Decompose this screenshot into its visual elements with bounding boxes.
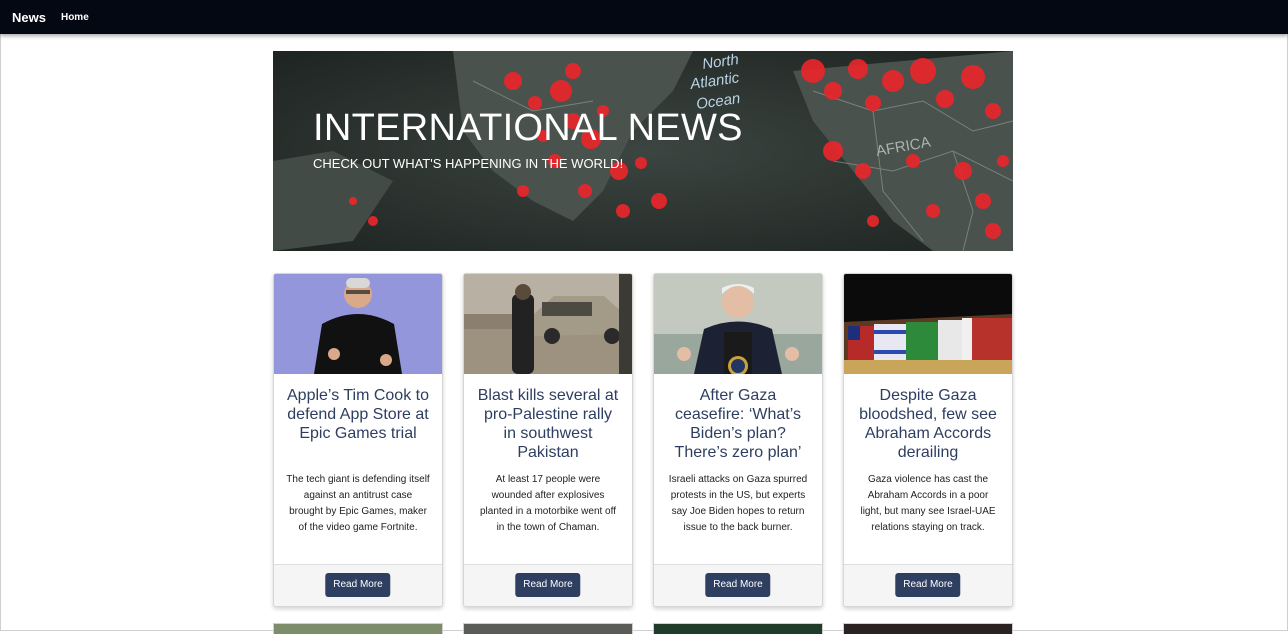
hero-subtitle: CHECK OUT WHAT'S HAPPENING IN THE WORLD! bbox=[313, 156, 624, 171]
news-card: Blast kills several at pro-Palestine ral… bbox=[463, 273, 633, 607]
card-title[interactable]: Despite Gaza bloodshed, few see Abraham … bbox=[856, 386, 1000, 462]
read-more-button[interactable]: Read More bbox=[895, 573, 961, 597]
card-title[interactable]: Blast kills several at pro-Palestine ral… bbox=[476, 386, 620, 462]
card-image-tim-cook[interactable] bbox=[274, 274, 442, 374]
map-label-atlantic: Atlantic bbox=[688, 69, 741, 93]
card-image-flags-projection[interactable] bbox=[844, 274, 1012, 374]
card-description: The tech giant is defending itself again… bbox=[286, 474, 430, 533]
card-image-biden[interactable] bbox=[654, 274, 822, 374]
news-card-partial[interactable] bbox=[273, 623, 443, 634]
nav-home-link[interactable]: Home bbox=[61, 12, 89, 23]
card-image-blast[interactable] bbox=[464, 274, 632, 374]
news-card: After Gaza ceasefire: ‘What’s Biden’s pl… bbox=[653, 273, 823, 607]
hero-banner: North Atlantic Ocean AFRICA INTERNATIONA… bbox=[273, 51, 1013, 251]
card-description: Gaza violence has cast the Abraham Accor… bbox=[860, 474, 996, 533]
news-card-partial[interactable] bbox=[463, 623, 633, 634]
card-footer: Read More bbox=[844, 564, 1012, 606]
read-more-button[interactable]: Read More bbox=[325, 573, 391, 597]
navbar: News Home bbox=[0, 0, 1288, 34]
brand-logo[interactable]: News bbox=[12, 10, 46, 25]
read-more-button[interactable]: Read More bbox=[515, 573, 581, 597]
card-footer: Read More bbox=[654, 564, 822, 606]
news-card: Apple’s Tim Cook to defend App Store at … bbox=[273, 273, 443, 607]
card-footer: Read More bbox=[464, 564, 632, 606]
hero-title: INTERNATIONAL NEWS bbox=[313, 107, 743, 149]
map-label-africa: AFRICA bbox=[875, 134, 932, 160]
news-card: Despite Gaza bloodshed, few see Abraham … bbox=[843, 273, 1013, 607]
news-card-partial[interactable] bbox=[653, 623, 823, 634]
card-title[interactable]: Apple’s Tim Cook to defend App Store at … bbox=[286, 386, 430, 443]
card-description: Israeli attacks on Gaza spurred protests… bbox=[668, 474, 808, 533]
card-footer: Read More bbox=[274, 564, 442, 606]
map-labels: North Atlantic Ocean AFRICA bbox=[688, 51, 932, 160]
card-title[interactable]: After Gaza ceasefire: ‘What’s Biden’s pl… bbox=[666, 386, 810, 462]
news-card-partial[interactable] bbox=[843, 623, 1013, 634]
read-more-button[interactable]: Read More bbox=[705, 573, 771, 597]
card-description: At least 17 people were wounded after ex… bbox=[479, 474, 616, 533]
